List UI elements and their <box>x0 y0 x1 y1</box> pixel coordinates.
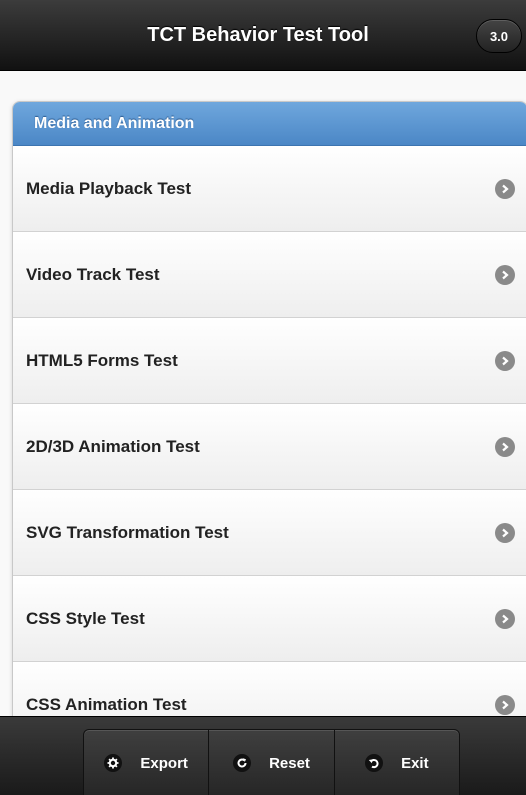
page-title: TCT Behavior Test Tool <box>147 23 369 46</box>
exit-button[interactable]: Exit <box>333 729 460 795</box>
list-item-label: CSS Style Test <box>26 608 145 628</box>
list-item[interactable]: HTML5 Forms Test <box>13 318 526 404</box>
reset-button[interactable]: Reset <box>208 729 334 795</box>
chevron-right-icon <box>495 264 515 285</box>
export-button[interactable]: Export <box>83 729 209 795</box>
list-item[interactable]: CSS Style Test <box>13 576 526 662</box>
chevron-right-icon <box>495 436 515 457</box>
reset-label: Reset <box>269 754 310 772</box>
list-item[interactable]: CSS Animation Test <box>13 662 526 716</box>
back-icon <box>365 754 384 772</box>
chevron-right-icon <box>495 350 515 371</box>
app-header: TCT Behavior Test Tool 3.0 <box>0 0 526 71</box>
list-item[interactable]: SVG Transformation Test <box>13 490 526 576</box>
footer-navbar: Export Reset Exit <box>83 729 460 795</box>
test-list: Media and Animation Media Playback Test … <box>12 101 526 716</box>
chevron-right-icon <box>495 522 515 543</box>
chevron-right-icon <box>495 608 515 629</box>
list-item-label: CSS Animation Test <box>26 694 187 714</box>
list-item[interactable]: Video Track Test <box>13 232 526 318</box>
list-item-label: Video Track Test <box>26 264 160 284</box>
list-item-label: SVG Transformation Test <box>26 522 229 542</box>
refresh-icon <box>233 754 252 772</box>
version-button[interactable]: 3.0 <box>476 19 522 53</box>
list-item-label: HTML5 Forms Test <box>26 350 178 370</box>
list-item-label: 2D/3D Animation Test <box>26 436 200 456</box>
chevron-right-icon <box>495 178 515 199</box>
chevron-right-icon <box>495 694 515 715</box>
footer-toolbar: Export Reset Exit <box>0 716 526 795</box>
export-label: Export <box>140 754 188 772</box>
list-divider: Media and Animation <box>13 102 526 146</box>
gear-icon <box>104 754 123 772</box>
list-item[interactable]: Media Playback Test <box>13 146 526 232</box>
main-content[interactable]: Media and Animation Media Playback Test … <box>0 71 526 716</box>
exit-label: Exit <box>401 754 429 772</box>
list-item-label: Media Playback Test <box>26 178 192 198</box>
list-item[interactable]: 2D/3D Animation Test <box>13 404 526 490</box>
